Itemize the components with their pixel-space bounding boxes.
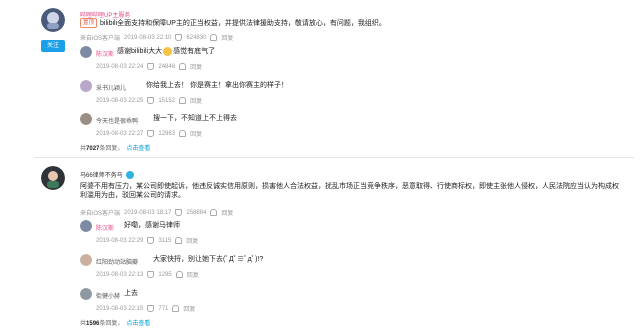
dislike-icon[interactable] <box>210 34 218 41</box>
like-count: 258884 <box>186 209 207 216</box>
comment-text: 置顶 bilibili全面支持和保障UP主的正当权益，并提供法律援助支持，敬请放心… <box>80 18 386 29</box>
reply-avatar[interactable] <box>80 113 92 125</box>
dislike-icon[interactable] <box>210 209 218 216</box>
like-icon[interactable] <box>147 237 155 244</box>
reply-avatar[interactable] <box>80 80 92 92</box>
thread-divider <box>34 157 634 158</box>
date-text: 2019-08-03 22:27 <box>96 130 144 137</box>
reply-button[interactable]: 回复 <box>190 96 202 105</box>
source-text: 来自iOS客户端 <box>80 211 121 217</box>
comment-thread-1: 关注 哔哩哔哩UP主服务 置顶 bilibili全面支持和保障UP主的正当权益，并… <box>0 0 640 152</box>
comment-meta: 来自iOS客户端 2019-08-03 22:10 624830 回复 <box>80 33 233 42</box>
reply-button[interactable]: 回复 <box>221 33 233 42</box>
date-text: 2019-08-03 22:25 <box>96 97 144 104</box>
pinned-badge: 置顶 <box>80 18 98 29</box>
reply-user[interactable]: 陈汉斯 <box>96 223 114 232</box>
comment-thread-2: 马66律师不务马 阿婆不用有压力，某公司即使起诉，他违反诚实信用原则，损害他人合… <box>0 162 640 333</box>
reply-meta: 2019-08-03 22:13 1295 回复 <box>96 270 199 279</box>
like-icon[interactable] <box>147 305 155 312</box>
verified-icon <box>125 171 134 180</box>
view-more-link[interactable]: 点击查看 <box>126 146 150 152</box>
date-text: 2019-08-03 18:17 <box>124 209 172 216</box>
dislike-icon[interactable] <box>179 63 187 70</box>
reply-meta: 2019-08-03 22:25 15152 回复 <box>96 96 202 105</box>
dislike-icon[interactable] <box>179 97 187 104</box>
reply-button[interactable]: 回复 <box>221 208 233 217</box>
summary-count: 7027 <box>86 146 100 152</box>
author-avatar[interactable] <box>41 8 65 32</box>
comment-meta: 来自iOS客户端 2019-08-03 18:17 258884 回复 <box>80 208 233 217</box>
reply-avatar[interactable] <box>80 254 92 266</box>
reply-avatar[interactable] <box>80 46 92 58</box>
reply-summary: 共1596条回复， 点击查看 <box>80 318 150 327</box>
comment-body: bilibili全面支持和保障UP主的正当权益，并提供法律援助支持，敬请放心，有… <box>100 20 386 27</box>
like-count: 3115 <box>158 237 172 244</box>
reply-summary: 共7027条回复， 点击查看 <box>80 143 150 152</box>
like-icon[interactable] <box>175 209 183 216</box>
reply-body-after: 感觉有底气了 <box>173 48 216 55</box>
author-name[interactable]: 马66律师不务马 <box>80 170 134 180</box>
like-icon[interactable] <box>147 130 155 137</box>
reply-meta: 2019-08-03 22:15 771 回复 <box>96 304 195 313</box>
date-text: 2019-08-03 22:13 <box>96 271 144 278</box>
reply-button[interactable]: 回复 <box>187 270 199 279</box>
dislike-icon[interactable] <box>172 305 180 312</box>
reply-text: 你给我上去！ 你是赛主！拿出你赛主的样子！ <box>146 82 288 89</box>
dislike-icon[interactable] <box>179 130 187 137</box>
reply-text: 搜一下，不知道上不上得去 <box>153 115 237 122</box>
date-text: 2019-08-03 22:10 <box>124 34 172 41</box>
date-text: 2019-08-03 22:15 <box>96 305 144 312</box>
summary-suffix: 条回复， <box>99 146 124 152</box>
reply-text: 感谢bilibili大大 感觉有底气了 <box>117 46 215 57</box>
author-avatar[interactable] <box>41 166 65 190</box>
emoji-icon <box>163 46 173 56</box>
reply-avatar[interactable] <box>80 220 92 232</box>
date-text: 2019-08-03 22:24 <box>96 63 144 70</box>
comment-text: 阿婆不用有压力，某公司即使起诉，他违反诚实信用原则，损害他人合法权益，扰乱市场正… <box>80 183 619 199</box>
like-count: 12963 <box>158 130 176 137</box>
summary-suffix: 条回复， <box>99 321 124 327</box>
reply-meta: 2019-08-03 22:29 3115 回复 <box>96 236 198 245</box>
dislike-icon[interactable] <box>175 237 183 244</box>
like-count: 624830 <box>186 34 207 41</box>
summary-count: 1596 <box>86 321 100 327</box>
view-more-link[interactable]: 点击查看 <box>126 321 150 327</box>
reply-text: 上去 <box>124 290 138 297</box>
like-icon[interactable] <box>175 34 183 41</box>
follow-button[interactable]: 关注 <box>41 40 65 52</box>
reply-avatar[interactable] <box>80 288 92 300</box>
reply-text: 大家快捋，别让她下去(ﾟДﾟ≡ﾟдﾟ)!? <box>153 256 264 263</box>
reply-user[interactable]: 今天也是很乖鸭 <box>96 116 138 125</box>
like-icon[interactable] <box>147 271 155 278</box>
author-name-text: 马66律师不务马 <box>80 173 123 179</box>
dislike-icon[interactable] <box>175 271 183 278</box>
like-count: 24848 <box>158 63 176 70</box>
reply-meta: 2019-08-03 22:24 24848 回复 <box>96 62 202 71</box>
reply-button[interactable]: 回复 <box>183 304 195 313</box>
reply-body: 感谢bilibili大大 <box>117 48 163 55</box>
like-icon[interactable] <box>147 97 155 104</box>
reply-button[interactable]: 回复 <box>186 236 198 245</box>
like-count: 1295 <box>158 271 172 278</box>
date-text: 2019-08-03 22:29 <box>96 237 144 244</box>
reply-button[interactable]: 回复 <box>190 62 202 71</box>
reply-meta: 2019-08-03 22:27 12963 回复 <box>96 129 202 138</box>
reply-user[interactable]: 陈汉斯 <box>96 49 114 58</box>
reply-user[interactable]: 采书儿颖儿 <box>96 83 126 92</box>
reply-user[interactable]: 街健小赫 <box>96 291 120 300</box>
source-text: 来自iOS客户端 <box>80 36 121 42</box>
like-count: 771 <box>158 305 169 312</box>
like-count: 15152 <box>158 97 176 104</box>
like-icon[interactable] <box>147 63 155 70</box>
reply-user[interactable]: 红阳劲动站脑瓣 <box>96 257 138 266</box>
reply-text: 好嘞，感谢马律师 <box>124 222 180 229</box>
reply-button[interactable]: 回复 <box>190 129 202 138</box>
